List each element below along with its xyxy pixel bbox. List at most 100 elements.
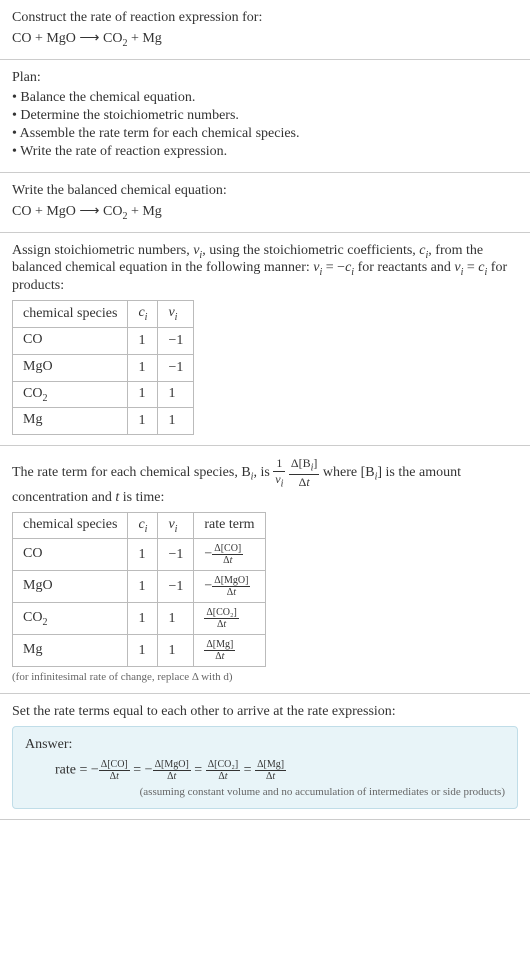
- plan-item: • Write the rate of reaction expression.: [12, 144, 518, 160]
- rateterm-intro: The rate term for each chemical species,…: [12, 456, 518, 505]
- eq-rhs1: CO: [103, 204, 122, 219]
- eq-rhs2: + Mg: [127, 204, 161, 219]
- cell-c: 1: [128, 571, 158, 603]
- eq-lhs: CO + MgO: [12, 204, 76, 219]
- cell-nu: 1: [158, 635, 194, 667]
- text: = −: [322, 260, 345, 275]
- cell-nu: −1: [158, 539, 194, 571]
- cell-species: MgO: [13, 571, 128, 603]
- fraction: Δ[Mg]Δt: [255, 759, 286, 782]
- answer-note: (assuming constant volume and no accumul…: [25, 786, 505, 798]
- denominator: νi: [273, 472, 285, 489]
- cell-c: 1: [128, 408, 158, 435]
- balanced-section: Write the balanced chemical equation: CO…: [0, 173, 530, 233]
- text: for reactants and: [354, 260, 454, 275]
- col-nui: νi: [158, 301, 194, 328]
- fraction: 1 νi: [273, 456, 285, 489]
- cell-species: CO: [13, 539, 128, 571]
- table-row: MgO 1 −1 −Δ[MgO]Δt: [13, 571, 266, 603]
- header-equation: CO + MgO ⟶ CO2 + Mg: [12, 30, 518, 49]
- table-row: Mg 1 1 Δ[Mg]Δt: [13, 635, 266, 667]
- cell-nu: −1: [158, 571, 194, 603]
- cell-species: Mg: [13, 635, 128, 667]
- col-rate: rate term: [194, 512, 265, 539]
- equals: =: [244, 763, 255, 778]
- rate-label: rate =: [55, 763, 91, 778]
- table-row: CO 1 −1 −Δ[CO]Δt: [13, 539, 266, 571]
- numerator: Δ[Bi]: [289, 456, 320, 474]
- cell-c: 1: [128, 603, 158, 635]
- text: , is: [253, 465, 273, 480]
- col-ci: ci: [128, 301, 158, 328]
- equals: =: [133, 763, 144, 778]
- cell-species: MgO: [13, 354, 128, 381]
- sign: −: [145, 763, 153, 778]
- text: =: [463, 260, 478, 275]
- answer-label: Answer:: [25, 737, 505, 753]
- cell-rate: −Δ[MgO]Δt: [194, 571, 265, 603]
- text: is time:: [119, 490, 164, 505]
- fraction: Δ[CO]Δt: [99, 759, 130, 782]
- cell-c: 1: [128, 354, 158, 381]
- text: , using the stoichiometric coefficients,: [202, 243, 419, 258]
- text: The rate term for each chemical species,…: [12, 465, 251, 480]
- table-row: MgO 1 −1: [13, 354, 194, 381]
- numerator: 1: [273, 456, 285, 472]
- fraction: Δ[CO₂]Δt: [206, 759, 240, 782]
- rateterm-table: chemical species ci νi rate term CO 1 −1…: [12, 512, 266, 668]
- table-header-row: chemical species ci νi: [13, 301, 194, 328]
- plan-section: Plan: • Balance the chemical equation. •…: [0, 60, 530, 173]
- stoich-intro: Assign stoichiometric numbers, νi, using…: [12, 243, 518, 295]
- final-title: Set the rate terms equal to each other t…: [12, 704, 518, 720]
- text: Assign stoichiometric numbers,: [12, 243, 193, 258]
- stoich-table: chemical species ci νi CO 1 −1 MgO 1 −1 …: [12, 300, 194, 435]
- cell-nu: 1: [158, 381, 194, 408]
- balanced-title: Write the balanced chemical equation:: [12, 183, 518, 199]
- cell-c: 1: [128, 539, 158, 571]
- eq-rhs1: CO: [103, 31, 122, 46]
- fraction: Δ[MgO]Δt: [153, 759, 191, 782]
- text: where [B: [323, 465, 375, 480]
- plan-title: Plan:: [12, 70, 518, 86]
- arrow-icon: ⟶: [79, 204, 103, 219]
- final-section: Set the rate terms equal to each other t…: [0, 694, 530, 820]
- rateterm-note: (for infinitesimal rate of change, repla…: [12, 671, 518, 683]
- col-nui: νi: [158, 512, 194, 539]
- plan-item: • Determine the stoichiometric numbers.: [12, 108, 518, 124]
- plan-item: • Balance the chemical equation.: [12, 90, 518, 106]
- cell-nu: 1: [158, 408, 194, 435]
- cell-species: CO: [13, 327, 128, 354]
- plan-list: • Balance the chemical equation. • Deter…: [12, 90, 518, 160]
- eq-lhs: CO + MgO: [12, 31, 76, 46]
- header-title: Construct the rate of reaction expressio…: [12, 10, 518, 26]
- cell-rate: −Δ[CO]Δt: [194, 539, 265, 571]
- cell-species: Mg: [13, 408, 128, 435]
- col-ci: ci: [128, 512, 158, 539]
- stoich-section: Assign stoichiometric numbers, νi , using…: [0, 233, 530, 447]
- cell-c: 1: [128, 635, 158, 667]
- table-row: CO2 1 1 Δ[CO₂]Δt: [13, 603, 266, 635]
- table-row: CO2 1 1: [13, 381, 194, 408]
- eq-rhs2: + Mg: [127, 31, 161, 46]
- col-species: chemical species: [13, 512, 128, 539]
- fraction: Δ[Bi] Δt: [289, 456, 320, 489]
- rateterm-section: The rate term for each chemical species,…: [0, 446, 530, 694]
- rate-expression: rate = −Δ[CO]Δt = −Δ[MgO]Δt = Δ[CO₂]Δt =…: [25, 759, 505, 782]
- cell-c: 1: [128, 381, 158, 408]
- cell-rate: Δ[Mg]Δt: [194, 635, 265, 667]
- equals: =: [194, 763, 205, 778]
- cell-species: CO2: [13, 381, 128, 408]
- table-row: Mg 1 1: [13, 408, 194, 435]
- cell-nu: −1: [158, 327, 194, 354]
- table-row: CO 1 −1: [13, 327, 194, 354]
- col-species: chemical species: [13, 301, 128, 328]
- denominator: Δt: [289, 475, 320, 490]
- cell-species: CO2: [13, 603, 128, 635]
- answer-box: Answer: rate = −Δ[CO]Δt = −Δ[MgO]Δt = Δ[…: [12, 726, 518, 809]
- cell-rate: Δ[CO₂]Δt: [194, 603, 265, 635]
- cell-nu: −1: [158, 354, 194, 381]
- table-header-row: chemical species ci νi rate term: [13, 512, 266, 539]
- cell-c: 1: [128, 327, 158, 354]
- plan-item: • Assemble the rate term for each chemic…: [12, 126, 518, 142]
- arrow-icon: ⟶: [79, 31, 103, 46]
